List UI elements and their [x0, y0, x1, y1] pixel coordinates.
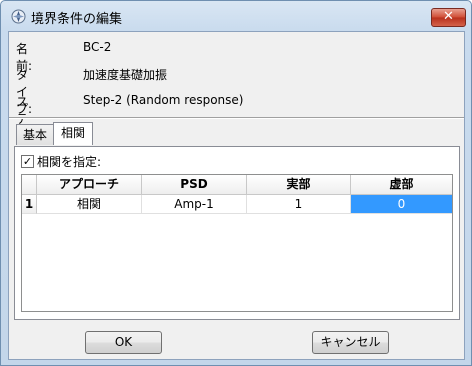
- table-cell-psd[interactable]: Amp-1: [142, 195, 247, 214]
- row-header-corner: [22, 175, 37, 195]
- cancel-button[interactable]: キャンセル: [312, 331, 389, 354]
- step-value: Step-2 (Random response): [83, 93, 244, 107]
- separator: [9, 117, 464, 119]
- check-icon: ✓: [22, 155, 33, 168]
- specify-correlation-label: 相関を指定:: [37, 155, 102, 169]
- column-header-approach[interactable]: アプローチ: [37, 175, 142, 195]
- type-value: 加速度基礎加振: [83, 68, 168, 82]
- name-value: BC-2: [83, 40, 112, 54]
- table-cell-approach[interactable]: 相関: [37, 195, 142, 214]
- dialog-window: 境界条件の編集 ✕ 名前: BC-2 タイプ: 加速度基礎加振 ステップ: St…: [0, 0, 472, 366]
- tab-basic[interactable]: 基本: [16, 124, 54, 145]
- tab-correlation[interactable]: 相関: [53, 122, 93, 145]
- column-header-real[interactable]: 実部: [247, 175, 351, 195]
- app-icon: [11, 9, 26, 24]
- correlation-table: アプローチ PSD 実部 虚部 1 相関 Amp-1 1 0: [21, 174, 453, 312]
- tab-basic-label: 基本: [22, 128, 47, 142]
- column-header-psd[interactable]: PSD: [142, 175, 247, 195]
- table-cell-imaginary[interactable]: 0: [351, 195, 452, 214]
- specify-correlation-checkbox[interactable]: ✓: [21, 155, 34, 168]
- close-button[interactable]: ✕: [431, 8, 466, 27]
- dialog-body: 名前: BC-2 タイプ: 加速度基礎加振 ステップ: Step-2 (Rand…: [8, 31, 465, 360]
- column-header-imaginary[interactable]: 虚部: [351, 175, 452, 195]
- correlation-panel: ✓ 相関を指定: アプローチ PSD 実部 虚部 1 相関 Amp-1 1 0: [14, 146, 460, 320]
- tab-correlation-label: 相関: [60, 126, 85, 140]
- close-icon: ✕: [443, 9, 454, 24]
- ok-button[interactable]: OK: [85, 331, 162, 354]
- row-index[interactable]: 1: [22, 195, 37, 214]
- title-bar[interactable]: 境界条件の編集 ✕: [1, 1, 471, 31]
- dialog-title: 境界条件の編集: [31, 12, 123, 27]
- table-cell-real[interactable]: 1: [247, 195, 351, 214]
